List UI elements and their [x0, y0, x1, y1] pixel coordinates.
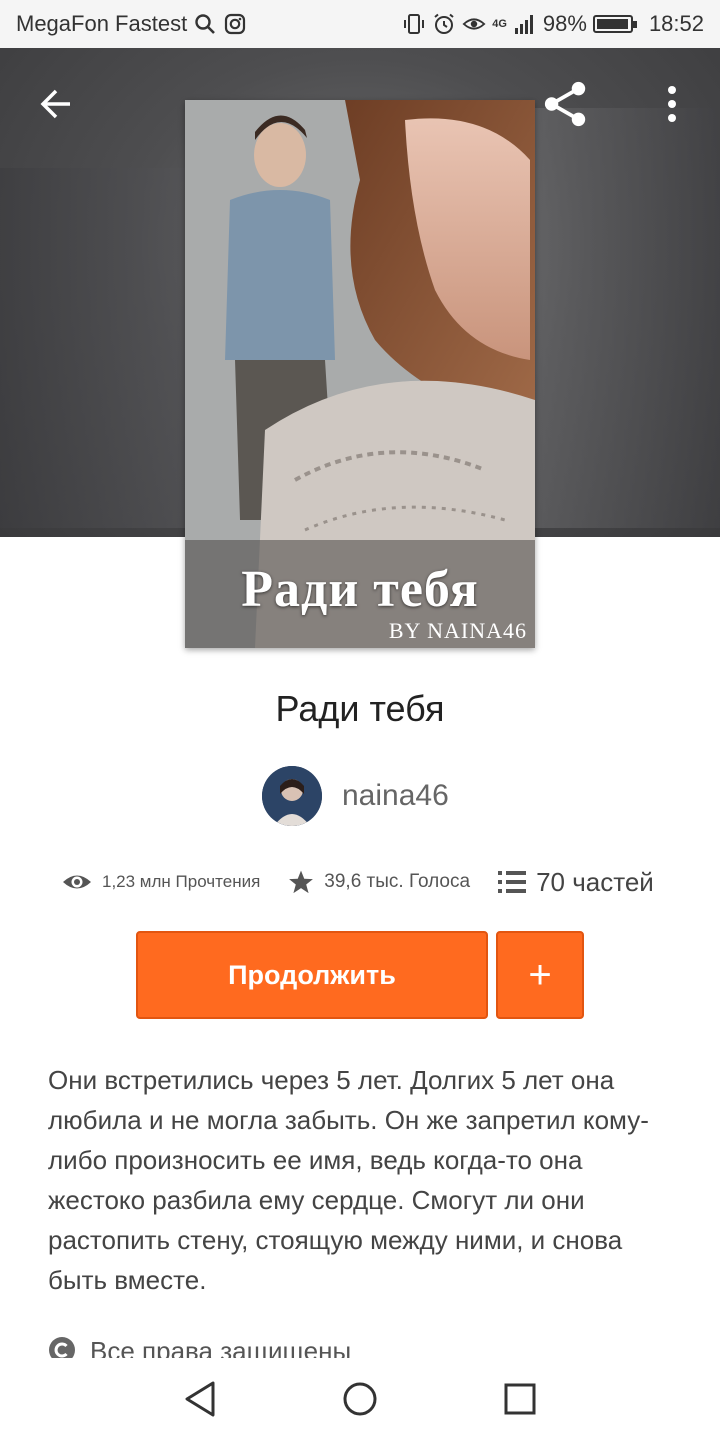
author-name[interactable]: naina46: [342, 779, 449, 813]
cover-byline-text: BY NAINA46: [388, 618, 527, 643]
copyright-icon: [49, 1337, 75, 1358]
votes-count: 39,6 тыс. Голоса: [324, 871, 471, 892]
circle-home-icon: [343, 1382, 377, 1416]
story-description: Они встретились через 5 лет. Долгих 5 ле…: [48, 1065, 649, 1295]
clock: 18:52: [648, 11, 704, 36]
search-icon: [193, 12, 217, 36]
nav-back-button[interactable]: [175, 1374, 225, 1424]
eye-comfort-icon: [462, 12, 486, 36]
cover-title-text: Ради тебя: [241, 561, 479, 618]
parts-stat[interactable]: 70 частей: [498, 867, 654, 898]
copyright-notice: Все права защищены: [48, 1336, 351, 1358]
continue-reading-button[interactable]: Продолжить: [136, 931, 488, 1019]
story-stats: 1,23 млн Прочтения 39,6 тыс. Голоса 70 ч…: [62, 862, 662, 902]
share-icon: [544, 81, 586, 127]
status-bar: MegaFon Fastest 4G 98% 18:52: [0, 0, 720, 48]
author-link[interactable]: naina46: [262, 766, 449, 826]
network-type-label: 4G: [492, 18, 507, 30]
triangle-back-icon: [185, 1381, 215, 1417]
story-title: Ради тебя: [275, 688, 445, 729]
eye-icon: [63, 875, 91, 889]
list-icon: [498, 871, 527, 893]
more-options-button[interactable]: [648, 80, 696, 128]
battery-percent: 98%: [542, 11, 587, 36]
system-nav-bar: [0, 1358, 720, 1440]
back-button[interactable]: [32, 80, 80, 128]
book-cover[interactable]: Ради тебя BY NAINA46: [185, 100, 535, 648]
arrow-left-icon: [40, 89, 70, 119]
vibrate-icon: [402, 12, 426, 36]
carrier-label: MegaFon Fastest: [16, 11, 188, 36]
signal-icon: [513, 12, 537, 36]
more-vert-icon: [668, 86, 676, 122]
nav-home-button[interactable]: [335, 1374, 385, 1424]
reads-count: 1,23 млн Прочтения: [102, 872, 261, 891]
parts-count[interactable]: 70 частей: [536, 867, 654, 898]
copyright-text: Все права защищены: [90, 1336, 352, 1358]
alarm-icon: [432, 12, 456, 36]
reads-stat: 1,23 млн Прочтения: [62, 871, 260, 893]
star-icon: [289, 870, 314, 894]
share-button[interactable]: [542, 80, 590, 128]
square-recents-icon: [504, 1383, 536, 1415]
battery-icon: [592, 15, 637, 33]
author-avatar[interactable]: [262, 766, 322, 826]
add-to-library-button[interactable]: +: [496, 931, 584, 1019]
instagram-icon: [223, 12, 247, 36]
nav-recents-button[interactable]: [495, 1374, 545, 1424]
votes-stat: 39,6 тыс. Голоса: [288, 869, 470, 895]
